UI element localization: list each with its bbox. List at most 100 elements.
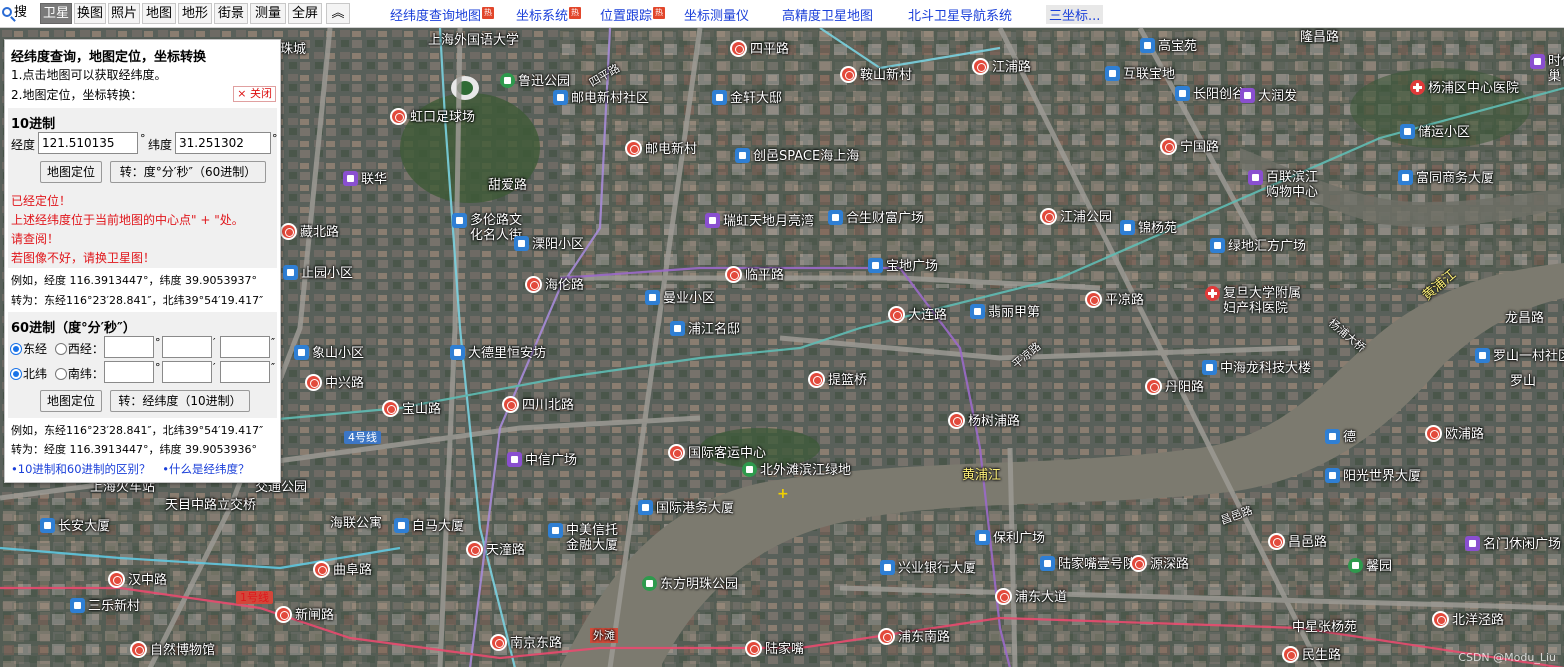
poi-label[interactable]: 天目中路立交桥	[165, 498, 256, 513]
poi-label[interactable]: 溧阳小区	[514, 236, 584, 252]
link-hd-satellite[interactable]: 高精度卫星地图	[782, 5, 873, 24]
poi-label[interactable]: 保利广场	[975, 530, 1045, 546]
poi-label[interactable]: 象山小区	[294, 345, 364, 361]
lng-deg-input[interactable]	[104, 336, 154, 358]
poi-label[interactable]: 中美信托 金融大厦	[548, 523, 618, 553]
poi-label[interactable]: 宁国路	[1160, 138, 1219, 155]
poi-label[interactable]: 珠城	[280, 42, 306, 57]
poi-label[interactable]: 百联滨江 购物中心	[1248, 170, 1318, 200]
link-beidou[interactable]: 北斗卫星导航系统	[908, 5, 1012, 24]
poi-label[interactable]: 昌邑路	[1268, 533, 1327, 550]
poi-label[interactable]: 三乐新村	[70, 598, 140, 614]
poi-label[interactable]: 曼业小区	[645, 290, 715, 306]
poi-label[interactable]: 绿地汇方广场	[1210, 238, 1306, 254]
poi-label[interactable]: 馨园	[1348, 558, 1392, 574]
poi-label[interactable]: 天潼路	[466, 541, 525, 558]
poi-label[interactable]: 互联宝地	[1105, 66, 1175, 82]
streetview-button[interactable]: 街景	[214, 3, 248, 24]
poi-label[interactable]: 新闸路	[275, 606, 334, 623]
link-location-tracking[interactable]: 位置跟踪热	[600, 5, 666, 24]
to-dms-button[interactable]: 转：度°分′秒″（60进制）	[110, 161, 266, 183]
poi-label[interactable]: 杨浦区中心医院	[1410, 80, 1519, 96]
terrain-button[interactable]: 地形	[178, 3, 212, 24]
poi-label[interactable]: 东方明珠公园	[642, 576, 738, 592]
poi-label[interactable]: 欧浦路	[1425, 425, 1484, 442]
lat-deg-input[interactable]	[104, 361, 154, 383]
poi-label[interactable]: 丹阳路	[1145, 378, 1204, 395]
poi-label[interactable]: 浦江名邸	[670, 321, 740, 337]
poi-label[interactable]: 中星张杨苑	[1292, 620, 1357, 635]
poi-label[interactable]: 罗山	[1510, 374, 1536, 389]
switch-map-button[interactable]: 换图	[74, 3, 106, 24]
radio-east[interactable]	[10, 343, 22, 355]
lng-sec-input[interactable]	[220, 336, 270, 358]
poi-label[interactable]: 海联公寓	[330, 516, 382, 531]
lng-input[interactable]	[38, 132, 138, 154]
poi-label[interactable]: 民生路	[1282, 646, 1341, 663]
lat-sec-input[interactable]	[220, 361, 270, 383]
satellite-button[interactable]: 卫星	[40, 3, 72, 24]
poi-label[interactable]: 隆昌路	[1300, 30, 1339, 45]
poi-label[interactable]: 名门休闲广场	[1465, 536, 1561, 552]
poi-label[interactable]: 合生财富广场	[828, 210, 924, 226]
poi-label[interactable]: 江浦路	[972, 58, 1031, 75]
radio-west[interactable]	[54, 343, 67, 355]
lng-min-input[interactable]	[162, 336, 212, 358]
poi-label[interactable]: 甜爱路	[488, 178, 527, 193]
poi-label[interactable]: 储运小区	[1400, 124, 1470, 140]
poi-label[interactable]: 中兴路	[305, 374, 364, 391]
link-what-is-latlng[interactable]: •什么是经纬度？	[162, 462, 249, 476]
close-button[interactable]: × 关闭	[233, 86, 276, 102]
poi-label[interactable]: 阳光世界大厦	[1325, 468, 1421, 484]
poi-label[interactable]: 四平路	[730, 40, 789, 57]
poi-label[interactable]: 提篮桥	[808, 371, 867, 388]
poi-label[interactable]: 鲁迅公园	[500, 73, 570, 89]
poi-label[interactable]: 罗山一村社区	[1475, 348, 1564, 364]
poi-label[interactable]: 邮电新村社区	[553, 90, 649, 106]
poi-label[interactable]: 瑞虹天地月亮湾	[705, 213, 814, 229]
poi-label[interactable]: 北外滩滨江绿地	[742, 462, 851, 478]
collapse-icon[interactable]: ︽	[326, 3, 350, 24]
lat-min-input[interactable]	[162, 361, 212, 383]
poi-label[interactable]: 北洋泾路	[1432, 611, 1504, 628]
poi-label[interactable]: 龙昌路	[1505, 311, 1544, 326]
poi-label[interactable]: 国际客运中心	[668, 444, 766, 461]
poi-label[interactable]: 藏北路	[280, 223, 339, 240]
link-latlng-map[interactable]: 经纬度查询地图热	[390, 5, 495, 24]
poi-label[interactable]: 富同商务大厦	[1398, 170, 1494, 186]
poi-label[interactable]: 陆家嘴	[745, 640, 804, 657]
link-cmm[interactable]: 三坐标...	[1046, 5, 1104, 24]
poi-label[interactable]: 长阳创谷	[1175, 86, 1245, 102]
link-coordinate-system[interactable]: 坐标系统热	[516, 5, 582, 24]
search-button[interactable]: 搜	[2, 3, 27, 24]
poi-label[interactable]: 源深路	[1130, 555, 1189, 572]
decimal-locate-button[interactable]: 地图定位	[40, 161, 102, 183]
link-coordinate-meter[interactable]: 坐标测量仪	[684, 5, 749, 24]
poi-label[interactable]: 止园小区	[283, 265, 353, 281]
poi-label[interactable]: 创邑SPACE海上海	[735, 148, 859, 164]
poi-label[interactable]: 大润发	[1240, 88, 1297, 104]
measure-button[interactable]: 测量	[250, 3, 286, 24]
poi-label[interactable]: 联华	[343, 171, 387, 187]
map-button[interactable]: 地图	[142, 3, 176, 24]
poi-label[interactable]: 复旦大学附属 妇产科医院	[1205, 286, 1301, 316]
poi-label[interactable]: 上海外国语大学	[428, 33, 519, 48]
poi-label[interactable]: 浦东南路	[878, 628, 950, 645]
fullscreen-button[interactable]: 全屏	[288, 3, 322, 24]
poi-label[interactable]: 临平路	[725, 266, 784, 283]
poi-label[interactable]: 中信广场	[507, 452, 577, 468]
poi-label[interactable]: 高宝苑	[1140, 38, 1197, 54]
radio-south[interactable]	[54, 368, 67, 380]
poi-label[interactable]: 德	[1325, 429, 1356, 445]
poi-label[interactable]: 金轩大邸	[712, 90, 782, 106]
poi-label[interactable]: 翡丽甲第	[970, 304, 1040, 320]
poi-label[interactable]: 虹口足球场	[390, 108, 475, 125]
poi-label[interactable]: 平凉路	[1085, 291, 1144, 308]
poi-label[interactable]: 汉中路	[108, 571, 167, 588]
poi-label[interactable]: 大连路	[888, 306, 947, 323]
lat-input[interactable]	[175, 132, 271, 154]
poi-label[interactable]: 长安大厦	[40, 518, 110, 534]
poi-label[interactable]: 南京东路	[490, 634, 562, 651]
poi-label[interactable]: 多伦路文 化名人街	[452, 213, 522, 243]
poi-label[interactable]: 鞍山新村	[840, 66, 912, 83]
